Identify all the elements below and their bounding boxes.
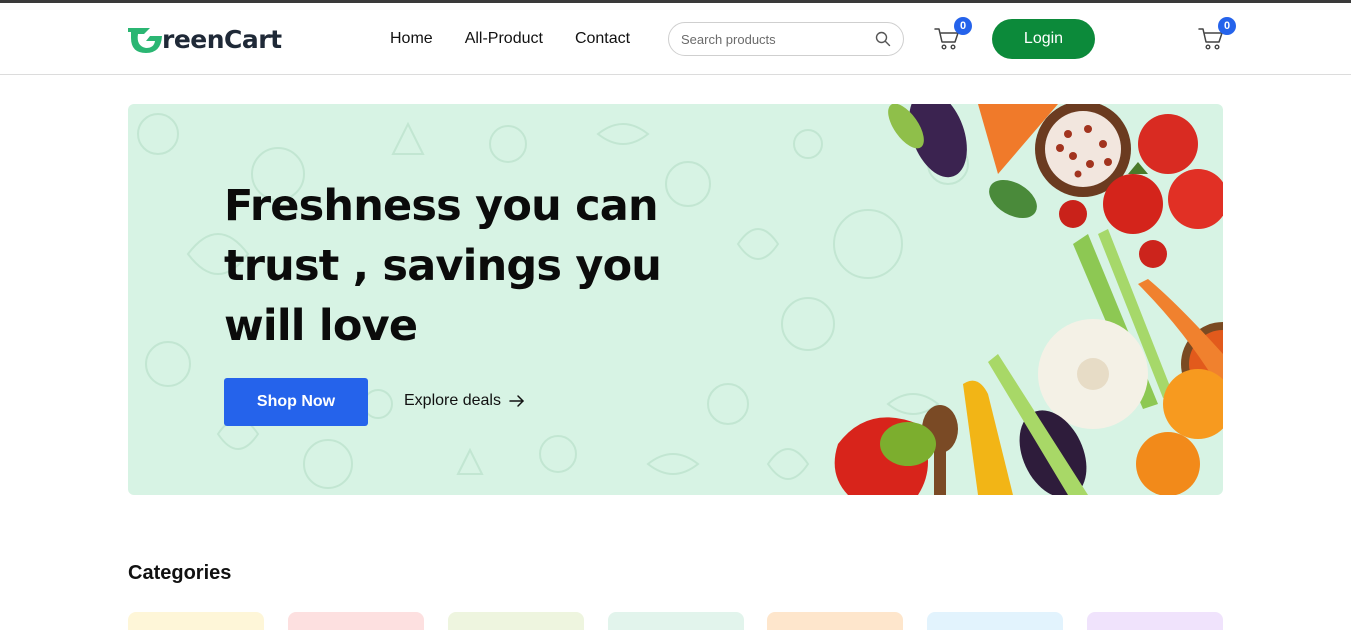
navbar: reenCart Home All-Product Contact 0 Logi… <box>0 3 1351 75</box>
category-card[interactable] <box>128 612 264 630</box>
category-card[interactable] <box>927 612 1063 630</box>
logo-g-icon <box>128 28 162 53</box>
logo[interactable]: reenCart <box>128 23 282 55</box>
hero-title: Freshness you can trust , savings you wi… <box>224 181 662 351</box>
nav-home[interactable]: Home <box>390 30 433 48</box>
hero-banner: Freshness you can trust , savings you wi… <box>128 104 1223 495</box>
category-card[interactable] <box>767 612 903 630</box>
shop-now-button[interactable]: Shop Now <box>224 378 368 426</box>
category-card[interactable] <box>288 612 424 630</box>
search-input[interactable] <box>681 31 861 47</box>
brand-name: reenCart <box>162 24 282 54</box>
cart-button-secondary[interactable]: 0 <box>1198 17 1236 55</box>
nav-all-product[interactable]: All-Product <box>465 30 543 48</box>
arrow-right-icon <box>509 395 524 407</box>
search-box <box>668 22 904 56</box>
categories-heading: Categories <box>128 562 232 584</box>
explore-deals-label: Explore deals <box>404 392 501 409</box>
login-button[interactable]: Login <box>992 19 1095 59</box>
category-card[interactable] <box>448 612 584 630</box>
explore-deals-link[interactable]: Explore deals <box>404 392 525 410</box>
category-card[interactable] <box>608 612 744 630</box>
vegetables-image <box>834 104 1223 495</box>
cart-count-badge: 0 <box>1218 17 1236 35</box>
category-card[interactable] <box>1087 612 1223 630</box>
search-icon[interactable] <box>875 31 891 47</box>
cart-count-badge: 0 <box>954 17 972 35</box>
main-nav: Home All-Product Contact <box>390 30 662 48</box>
nav-contact[interactable]: Contact <box>575 30 630 48</box>
categories-row <box>128 612 1223 630</box>
cart-button[interactable]: 0 <box>934 17 972 55</box>
